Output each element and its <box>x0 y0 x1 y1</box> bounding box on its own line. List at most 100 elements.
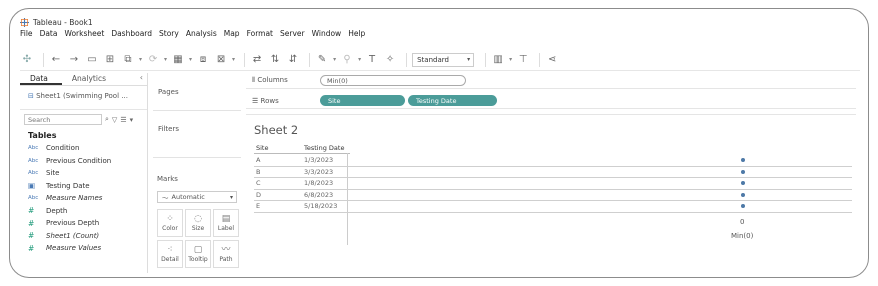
sheet-title[interactable]: Sheet 2 <box>254 123 298 137</box>
detail-button[interactable]: ⁖ Detail <box>157 240 183 268</box>
chevron-down-icon[interactable]: ▾ <box>139 56 142 63</box>
menu-worksheet[interactable]: Worksheet <box>64 29 104 38</box>
data-point[interactable] <box>741 158 745 162</box>
fit-select[interactable]: Standard ▾ <box>412 52 475 67</box>
field-previous-depth[interactable]: # Previous Depth <box>20 217 147 230</box>
refresh-icon[interactable]: ⟳ <box>146 53 160 67</box>
tooltip-button[interactable]: ▢ Tooltip <box>185 240 211 268</box>
path-button[interactable]: 〰 Path <box>213 240 239 268</box>
tooltip-icon: ▢ <box>193 245 203 255</box>
chevron-down-icon[interactable]: ▾ <box>333 56 336 63</box>
field-name: Testing Date <box>46 181 90 190</box>
undo-icon[interactable]: ← <box>49 53 63 67</box>
share-icon[interactable]: ⋖ <box>545 53 559 67</box>
field-testing-date[interactable]: ▣ Testing Date <box>20 180 147 193</box>
field-name: Measure Values <box>46 244 102 253</box>
menu-format[interactable]: Format <box>247 29 273 38</box>
table-row[interactable]: D 6/8/2023 <box>254 190 852 201</box>
data-point[interactable] <box>741 181 745 185</box>
table-row[interactable]: E 5/18/2023 <box>254 201 852 213</box>
menu-window[interactable]: Window <box>312 29 342 38</box>
tables-heading: Tables <box>28 131 57 140</box>
tableau-home-icon[interactable]: ✣ <box>20 53 34 67</box>
chart-icon[interactable]: ▦ <box>171 53 185 67</box>
cards-pane: Pages Filters Marks 〜 Automatic ▾ ⁘ Colo… <box>150 73 242 273</box>
group-icon[interactable]: ⚲ <box>340 53 354 67</box>
chevron-down-icon[interactable]: ▾ <box>232 56 235 63</box>
field-search-input[interactable] <box>24 114 102 125</box>
axis-title[interactable]: Min(0) <box>731 232 753 240</box>
menu-server[interactable]: Server <box>280 29 305 38</box>
chevron-down-icon[interactable]: ▾ <box>130 116 134 124</box>
field-depth[interactable]: # Depth <box>20 205 147 218</box>
color-button[interactable]: ⁘ Color <box>157 209 183 237</box>
text-label-icon[interactable]: T <box>365 53 379 67</box>
size-button[interactable]: ◌ Size <box>185 209 211 237</box>
new-datasource-icon[interactable]: ⊞ <box>103 53 117 67</box>
rows-shelf[interactable]: ☰ Rows Site Testing Date <box>246 93 856 109</box>
field-measure-names[interactable]: Abc Measure Names <box>20 192 147 205</box>
table-row[interactable]: A 1/3/2023 <box>254 155 852 167</box>
collapse-pane-icon[interactable]: ‹ <box>140 73 143 85</box>
field-previous-condition[interactable]: Abc Previous Condition <box>20 155 147 168</box>
menu-data[interactable]: Data <box>40 29 58 38</box>
presentation-icon[interactable]: ⊤ <box>516 53 530 67</box>
row-date: 6/8/2023 <box>304 190 334 199</box>
menu-analysis[interactable]: Analysis <box>186 29 217 38</box>
number-type-icon: # <box>28 243 35 253</box>
field-sheet1-count[interactable]: # Sheet1 (Count) <box>20 230 147 243</box>
row-date: 1/8/2023 <box>304 179 334 187</box>
rows-pill-site[interactable]: Site <box>320 95 405 106</box>
columns-pill[interactable]: Min(0) <box>320 75 466 86</box>
save-icon[interactable]: ▭ <box>85 53 99 67</box>
field-site[interactable]: Abc Site <box>20 167 147 180</box>
highlight-icon[interactable]: ✎ <box>315 53 329 67</box>
sort-ascending-icon[interactable]: ⇅ <box>268 53 282 67</box>
field-name: Previous Condition <box>46 156 112 165</box>
sort-descending-icon[interactable]: ⇵ <box>286 53 300 67</box>
menu-story[interactable]: Story <box>159 29 179 38</box>
duplicate-icon[interactable]: ⧈ <box>196 53 210 67</box>
filter-icon[interactable]: ▽ <box>112 116 117 124</box>
data-point[interactable] <box>741 169 745 174</box>
search-icon[interactable]: ⌕ <box>105 115 109 124</box>
column-header-site[interactable]: Site <box>256 144 268 152</box>
tab-analytics[interactable]: Analytics <box>62 73 120 85</box>
chevron-down-icon[interactable]: ▾ <box>358 56 361 63</box>
menu-dashboard[interactable]: Dashboard <box>111 29 152 38</box>
rows-pill-testing-date[interactable]: Testing Date <box>408 95 497 106</box>
filters-card[interactable]: Filters <box>153 113 241 158</box>
menu-file[interactable]: File <box>20 29 33 38</box>
detail-icon: ⁖ <box>167 245 173 255</box>
field-measure-values[interactable]: # Measure Values <box>20 242 147 255</box>
chevron-down-icon[interactable]: ▾ <box>189 56 192 63</box>
label-button[interactable]: ▤ Label <box>213 209 239 237</box>
chevron-down-icon[interactable]: ▾ <box>509 56 512 63</box>
column-header-testing-date[interactable]: Testing Date <box>304 144 344 152</box>
row-site: E <box>256 202 261 210</box>
calendar-icon: ▣ <box>28 181 36 191</box>
redo-icon[interactable]: → <box>67 53 81 67</box>
data-point[interactable] <box>741 192 745 197</box>
chevron-down-icon[interactable]: ▾ <box>164 56 167 63</box>
pages-card[interactable]: Pages <box>153 76 241 111</box>
field-name: Site <box>46 169 60 178</box>
table-row[interactable]: B 3/3/2023 <box>254 167 852 178</box>
tooltip-label: Tooltip <box>188 256 208 263</box>
number-type-icon: # <box>28 206 35 216</box>
menu-map[interactable]: Map <box>224 29 240 38</box>
show-me-icon[interactable]: ▥ <box>491 53 505 67</box>
new-worksheet-icon[interactable]: ⧉ <box>121 53 135 67</box>
field-condition[interactable]: Abc Condition <box>20 142 147 155</box>
pin-icon[interactable]: ✧ <box>383 53 397 67</box>
data-point[interactable] <box>741 204 745 208</box>
columns-shelf[interactable]: ⦀ Columns Min(0) <box>246 73 856 89</box>
clear-sheet-icon[interactable]: ⊠ <box>214 53 228 67</box>
table-row[interactable]: C 1/8/2023 <box>254 178 852 190</box>
menu-help[interactable]: Help <box>348 29 365 38</box>
view-options-icon[interactable]: ☰ <box>120 116 126 124</box>
mark-type-select[interactable]: 〜 Automatic ▾ <box>157 191 237 203</box>
datasource-item[interactable]: ⊟ Sheet1 (Swimming Pool ... <box>20 86 147 110</box>
tab-data[interactable]: Data <box>20 73 62 85</box>
swap-icon[interactable]: ⇄ <box>250 53 264 67</box>
